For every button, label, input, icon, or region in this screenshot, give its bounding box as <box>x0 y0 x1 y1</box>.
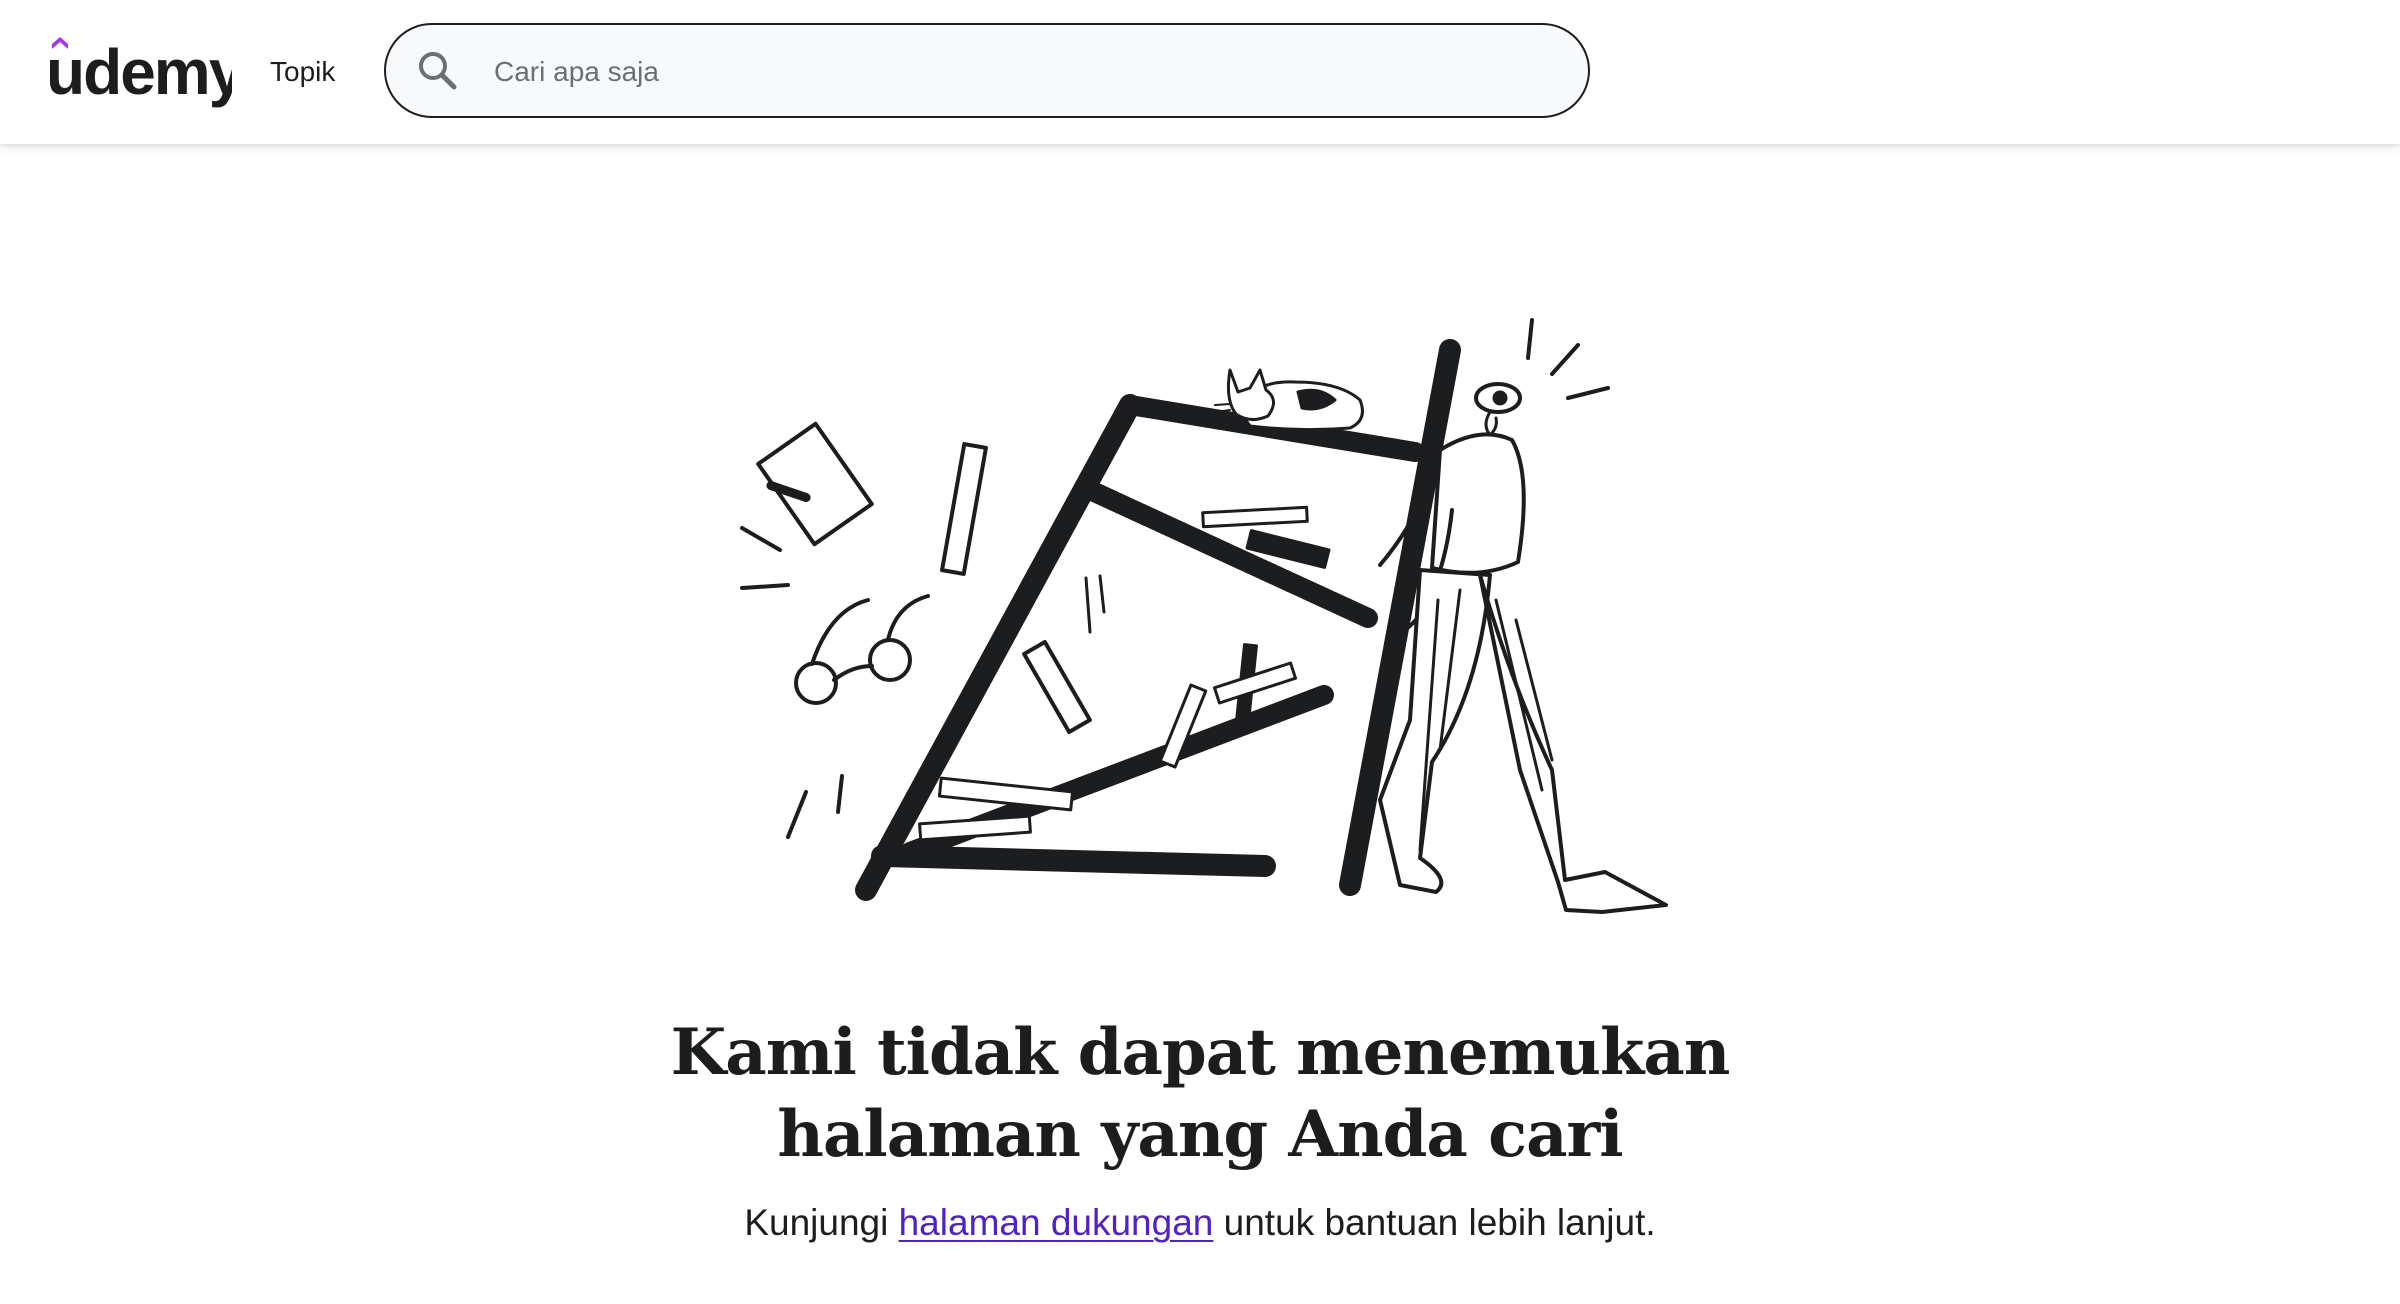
subtitle-before: Kunjungi <box>744 1202 899 1243</box>
subtitle: Kunjungi halaman dukungan untuk bantuan … <box>0 1198 2400 1248</box>
falling-bookshelf-illustration <box>740 318 1668 914</box>
page-title: Kami tidak dapat menemukan halaman yang … <box>0 1012 2400 1176</box>
title-line-2: halaman yang Anda cari <box>777 1097 1623 1172</box>
subtitle-after: untuk bantuan lebih lanjut. <box>1213 1202 1656 1243</box>
udemy-logo[interactable]: udemy <box>46 36 232 108</box>
title-line-1: Kami tidak dapat menemukan <box>670 1015 1731 1090</box>
top-header: udemy Topik <box>0 0 2400 144</box>
nav-topik[interactable]: Topik <box>270 52 335 92</box>
search-icon[interactable] <box>416 49 460 93</box>
search-bar[interactable] <box>384 23 1590 118</box>
search-input[interactable] <box>492 43 1556 101</box>
support-page-link[interactable]: halaman dukungan <box>899 1202 1214 1243</box>
logo-wordmark: udemy <box>46 36 232 108</box>
